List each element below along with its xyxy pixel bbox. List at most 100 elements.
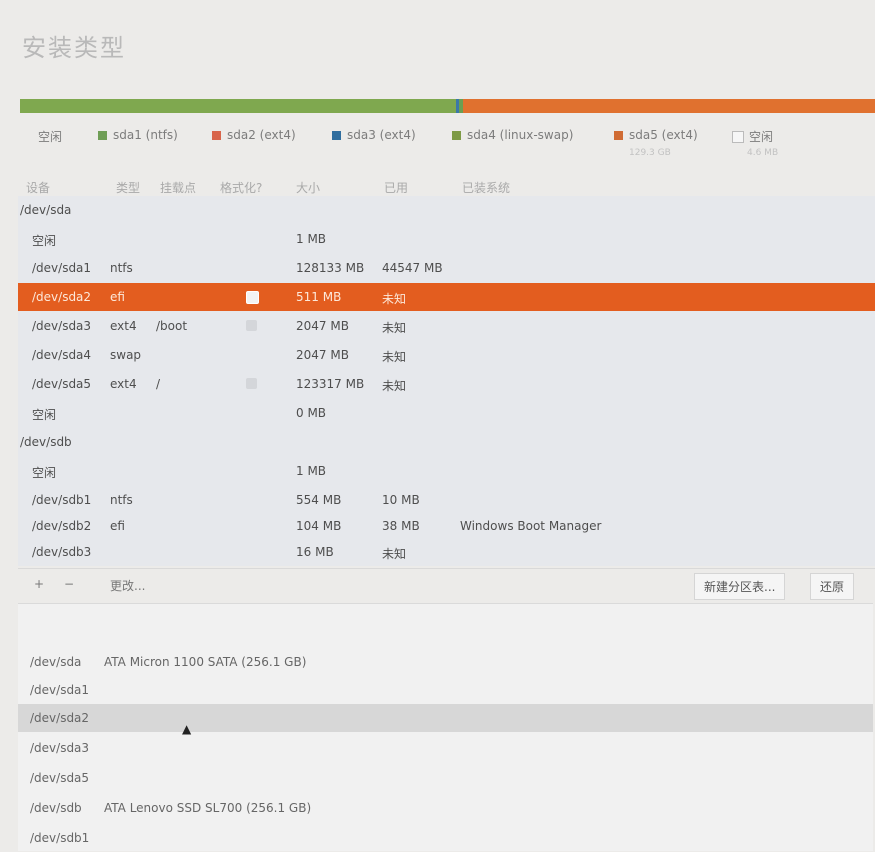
list-item[interactable]: /dev/sda ATA Micron 1100 SATA (256.1 GB) bbox=[18, 648, 873, 676]
change-partition-button[interactable]: 更改... bbox=[110, 577, 145, 594]
legend-swatch bbox=[452, 130, 461, 140]
size-cell: 1 MB bbox=[296, 232, 327, 246]
table-row[interactable]: /dev/sda5 ext4 / 123317 MB 未知 bbox=[18, 370, 875, 398]
size-cell: 2047 MB bbox=[296, 348, 349, 362]
type-cell: swap bbox=[110, 348, 142, 362]
size-cell: 123317 MB bbox=[296, 377, 365, 391]
used-cell: 38 MB bbox=[382, 519, 420, 533]
type-cell: ext4 bbox=[110, 377, 137, 391]
partition-table-header: 设备 类型 挂载点 格式化? 大小 已用 已装系统 bbox=[20, 176, 875, 196]
boot-device-name: /dev/sda5 bbox=[30, 771, 90, 785]
device-cell: /dev/sda3 bbox=[32, 319, 92, 333]
device-cell: /dev/sdb3 bbox=[32, 545, 92, 559]
format-checkbox[interactable] bbox=[246, 378, 257, 389]
device-cell: /dev/sdb bbox=[20, 435, 72, 449]
legend-item-free: 空闲 bbox=[38, 130, 63, 144]
mouse-pointer-icon: ▲ bbox=[182, 722, 192, 736]
format-checkbox[interactable] bbox=[246, 320, 257, 331]
column-header-device[interactable]: 设备 bbox=[26, 179, 50, 196]
boot-device-name: /dev/sda2 bbox=[30, 711, 90, 725]
table-row[interactable]: /dev/sdb2 efi 104 MB 38 MB Windows Boot … bbox=[18, 512, 875, 540]
disk-bar-segment bbox=[462, 99, 875, 113]
boot-device-name: /dev/sda3 bbox=[30, 741, 90, 755]
table-row[interactable]: /dev/sdb3 16 MB 未知 bbox=[18, 538, 875, 566]
legend-item-sda1: sda1 (ntfs) bbox=[98, 128, 178, 142]
device-cell: /dev/sda4 bbox=[32, 348, 92, 362]
device-cell: /dev/sda5 bbox=[32, 377, 92, 391]
legend-swatch bbox=[614, 130, 623, 140]
add-partition-button[interactable]: + bbox=[34, 577, 44, 591]
device-cell: /dev/sdb1 bbox=[32, 493, 92, 507]
disk-row-sda[interactable]: /dev/sda bbox=[18, 196, 875, 224]
type-cell: ntfs bbox=[110, 261, 133, 275]
boot-device-name: /dev/sdb1 bbox=[30, 831, 90, 845]
remove-partition-button[interactable]: − bbox=[64, 577, 74, 591]
boot-device-name: /dev/sdb bbox=[30, 801, 82, 815]
used-cell: 未知 bbox=[382, 321, 407, 335]
table-row[interactable]: /dev/sda3 ext4 /boot 2047 MB 未知 bbox=[18, 312, 875, 340]
table-row[interactable]: 空闲 0 MB bbox=[18, 399, 875, 427]
list-item-highlighted[interactable]: /dev/sda2 bbox=[18, 704, 873, 732]
type-cell: ntfs bbox=[110, 493, 133, 507]
device-cell: /dev/sda2 bbox=[32, 290, 92, 304]
boot-device-name: /dev/sda1 bbox=[30, 683, 90, 697]
legend-swatch bbox=[212, 130, 221, 140]
legend-swatch bbox=[732, 130, 744, 143]
used-cell: 44547 MB bbox=[382, 261, 443, 275]
list-item[interactable]: /dev/sda3 bbox=[18, 734, 873, 762]
list-item[interactable]: /dev/sdb ATA Lenovo SSD SL700 (256.1 GB) bbox=[18, 794, 873, 822]
boot-device-desc: ATA Micron 1100 SATA (256.1 GB) bbox=[104, 655, 307, 669]
legend-swatch bbox=[98, 130, 107, 140]
table-row[interactable]: /dev/sda1 ntfs 128133 MB 44547 MB bbox=[18, 254, 875, 282]
used-cell: 未知 bbox=[382, 547, 407, 561]
boot-device-list: /dev/sda ATA Micron 1100 SATA (256.1 GB)… bbox=[18, 603, 873, 851]
legend-item-sda5: sda5 (ext4) 129.3 GB bbox=[614, 128, 698, 158]
size-cell: 104 MB bbox=[296, 519, 342, 533]
table-row[interactable]: 空闲 1 MB bbox=[18, 225, 875, 253]
used-cell: 10 MB bbox=[382, 493, 420, 507]
type-cell: efi bbox=[110, 290, 125, 304]
size-cell: 16 MB bbox=[296, 545, 334, 559]
column-header-used[interactable]: 已用 bbox=[384, 179, 408, 196]
column-header-type[interactable]: 类型 bbox=[116, 179, 140, 196]
size-cell: 2047 MB bbox=[296, 319, 349, 333]
page-title: 安装类型 bbox=[22, 34, 126, 62]
device-cell: /dev/sdb2 bbox=[32, 519, 92, 533]
disk-usage-bar bbox=[20, 99, 875, 113]
legend-item-free-end: 空闲 4.6 MB bbox=[732, 128, 778, 158]
device-cell: /dev/sda bbox=[20, 203, 72, 217]
column-header-system[interactable]: 已装系统 bbox=[462, 179, 510, 196]
disk-bar-segment bbox=[20, 99, 457, 113]
list-item[interactable]: /dev/sda5 bbox=[18, 764, 873, 792]
size-cell: 128133 MB bbox=[296, 261, 365, 275]
list-item[interactable]: /dev/sda1 bbox=[18, 676, 873, 704]
partition-table: /dev/sda 空闲 1 MB /dev/sda1 ntfs 128133 M… bbox=[18, 196, 875, 566]
table-row[interactable]: /dev/sdb1 ntfs 554 MB 10 MB bbox=[18, 486, 875, 514]
column-header-format[interactable]: 格式化? bbox=[220, 179, 262, 196]
disk-row-sdb[interactable]: /dev/sdb bbox=[18, 428, 875, 456]
new-partition-table-button[interactable]: 新建分区表... bbox=[694, 573, 786, 600]
size-cell: 511 MB bbox=[296, 290, 342, 304]
format-checkbox[interactable] bbox=[246, 291, 259, 304]
boot-device-desc: ATA Lenovo SSD SL700 (256.1 GB) bbox=[104, 801, 312, 815]
column-header-mount[interactable]: 挂载点 bbox=[160, 179, 196, 196]
table-row[interactable]: 空闲 1 MB bbox=[18, 457, 875, 485]
type-cell: ext4 bbox=[110, 319, 137, 333]
revert-button[interactable]: 还原 bbox=[810, 573, 855, 600]
table-row[interactable]: /dev/sda4 swap 2047 MB 未知 bbox=[18, 341, 875, 369]
legend-item-sda3: sda3 (ext4) bbox=[332, 128, 416, 142]
device-cell: 空闲 bbox=[32, 408, 57, 422]
table-row-selected[interactable]: /dev/sda2 efi 511 MB 未知 bbox=[18, 283, 875, 311]
list-item[interactable]: /dev/sdb1 bbox=[18, 824, 873, 852]
used-cell: 未知 bbox=[382, 350, 407, 364]
used-cell: 未知 bbox=[382, 292, 407, 306]
legend-swatch bbox=[332, 130, 341, 140]
boot-device-name: /dev/sda bbox=[30, 655, 82, 669]
column-header-size[interactable]: 大小 bbox=[296, 179, 320, 196]
legend-item-sda2: sda2 (ext4) bbox=[212, 128, 296, 142]
device-cell: 空闲 bbox=[32, 234, 57, 248]
device-cell: 空闲 bbox=[32, 466, 57, 480]
type-cell: efi bbox=[110, 519, 125, 533]
used-cell: 未知 bbox=[382, 379, 407, 393]
legend-item-sda4: sda4 (linux-swap) bbox=[452, 128, 573, 142]
